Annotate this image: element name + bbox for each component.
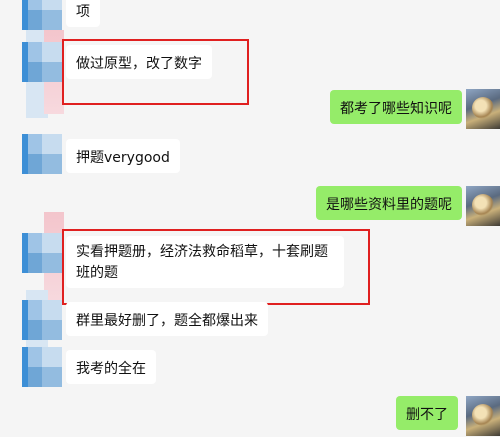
message-text: 是哪些资料里的题呢 bbox=[326, 197, 452, 213]
contact-avatar[interactable] bbox=[22, 347, 62, 387]
contact-avatar[interactable] bbox=[22, 300, 62, 340]
message-text: 我考的全在 bbox=[76, 361, 146, 377]
contact-avatar[interactable] bbox=[22, 233, 62, 273]
contact-avatar[interactable] bbox=[22, 0, 62, 30]
highlight-box bbox=[62, 229, 370, 305]
message-bubble-incoming: 我考的全在 bbox=[66, 350, 156, 384]
contact-avatar[interactable] bbox=[22, 42, 62, 82]
message-text: 押题verygood bbox=[76, 150, 170, 166]
message-bubble-incoming: 群里最好删了，题全都爆出来 bbox=[66, 302, 268, 336]
my-avatar[interactable] bbox=[466, 89, 500, 129]
message-bubble-outgoing: 都考了哪些知识呢 bbox=[330, 90, 462, 124]
message-text: 项 bbox=[76, 4, 90, 20]
message-text: 删不了 bbox=[406, 407, 448, 423]
my-avatar[interactable] bbox=[466, 396, 500, 436]
message-bubble-outgoing: 删不了 bbox=[396, 396, 458, 430]
message-text: 都考了哪些知识呢 bbox=[340, 101, 452, 117]
contact-avatar[interactable] bbox=[22, 134, 62, 174]
message-bubble-outgoing: 是哪些资料里的题呢 bbox=[316, 186, 462, 220]
highlight-box bbox=[62, 39, 249, 105]
my-avatar[interactable] bbox=[466, 186, 500, 226]
message-bubble-incoming: 押题verygood bbox=[66, 139, 180, 173]
message-text: 群里最好删了，题全都爆出来 bbox=[76, 313, 258, 329]
message-bubble-incoming: 项 bbox=[66, 0, 100, 27]
